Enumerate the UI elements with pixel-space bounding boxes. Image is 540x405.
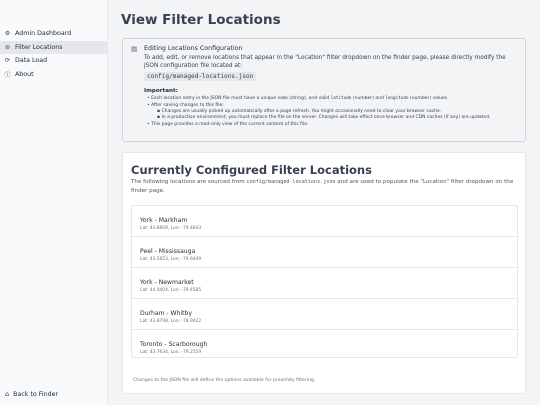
- list-item: Durham - Whitby Lat: 43.8798, Lon: -78.9…: [132, 299, 517, 330]
- locations-card-footer: Changes to the JSON file will define the…: [133, 378, 316, 383]
- refresh-icon: ⟳: [4, 57, 11, 65]
- sidebar-nav: ⚙ Admin Dashboard ⊚ Filter Locations ⟳ D…: [0, 27, 108, 81]
- sidebar-item-label: Data Load: [15, 57, 48, 65]
- page-title: View Filter Locations: [121, 12, 281, 28]
- location-coordinates: Lat: 43.8798, Lon: -78.9422: [140, 319, 202, 324]
- list-item: Toronto - Scarborough Lat: 43.7634, Lon:…: [132, 330, 517, 361]
- locations-card-description: The following locations are sourced from…: [131, 179, 514, 194]
- notice-title: Editing Locations Configuration: [144, 45, 243, 52]
- back-to-finder-label: Back to Finder: [13, 390, 59, 398]
- locations-list: York - Markham Lat: 43.8609, Lon: -79.46…: [131, 205, 518, 358]
- location-coordinates: Lat: 43.8609, Lon: -79.4643: [140, 226, 202, 231]
- list-item: York - Newmarket Lat: 44.0404, Lon: -79.…: [132, 268, 517, 299]
- important-bullet-3: • This page provides a read-only view of…: [147, 122, 309, 127]
- sidebar-item-admin-dashboard[interactable]: ⚙ Admin Dashboard: [0, 27, 108, 41]
- list-item: Peel - Mississauga Lat: 43.5653, Lon: -7…: [132, 237, 517, 268]
- important-bullet-1: • Each location entry in the JSON file m…: [147, 96, 449, 101]
- important-heading: Important:: [144, 88, 178, 94]
- sidebar-item-filter-locations[interactable]: ⊚ Filter Locations: [0, 40, 108, 54]
- locations-card-title: Currently Configured Filter Locations: [131, 163, 372, 177]
- location-coordinates: Lat: 43.5653, Lon: -79.6449: [140, 257, 202, 262]
- important-subbullet-2: ▪ In a production environment, you must …: [157, 115, 491, 120]
- location-name: Toronto - Scarborough: [140, 341, 208, 348]
- location-name: York - Newmarket: [140, 279, 194, 286]
- document-icon: ▤: [131, 45, 138, 53]
- notice-text: To add, edit, or remove locations that a…: [144, 55, 506, 70]
- sidebar-item-about[interactable]: ⓘ About: [0, 68, 108, 82]
- config-notice: ▤ Editing Locations Configuration To add…: [122, 38, 526, 142]
- info-icon: ⓘ: [4, 71, 11, 79]
- sidebar-item-label: About: [15, 70, 34, 78]
- gear-icon: ⚙: [4, 30, 11, 38]
- location-coordinates: Lat: 43.7634, Lon: -79.2559: [140, 350, 202, 355]
- back-to-finder-link[interactable]: ⌂ Back to Finder: [5, 390, 58, 398]
- sidebar: ⚙ Admin Dashboard ⊚ Filter Locations ⟳ D…: [0, 0, 108, 405]
- location-name: York - Markham: [140, 217, 188, 224]
- locations-card: Currently Configured Filter Locations Th…: [122, 152, 526, 394]
- sidebar-item-label: Filter Locations: [15, 43, 63, 51]
- location-name: Durham - Whitby: [140, 310, 193, 317]
- sidebar-item-label: Admin Dashboard: [15, 30, 72, 38]
- location-name: Peel - Mississauga: [140, 248, 196, 255]
- location-coordinates: Lat: 44.0404, Lon: -79.4585: [140, 288, 202, 293]
- home-icon: ⌂: [5, 390, 10, 398]
- list-item: York - Markham Lat: 43.8609, Lon: -79.46…: [132, 206, 517, 237]
- config-file-path: config/managed-locations.json: [144, 72, 257, 81]
- pin-icon: ⊚: [4, 43, 11, 51]
- sidebar-item-data-load[interactable]: ⟳ Data Load: [0, 54, 108, 68]
